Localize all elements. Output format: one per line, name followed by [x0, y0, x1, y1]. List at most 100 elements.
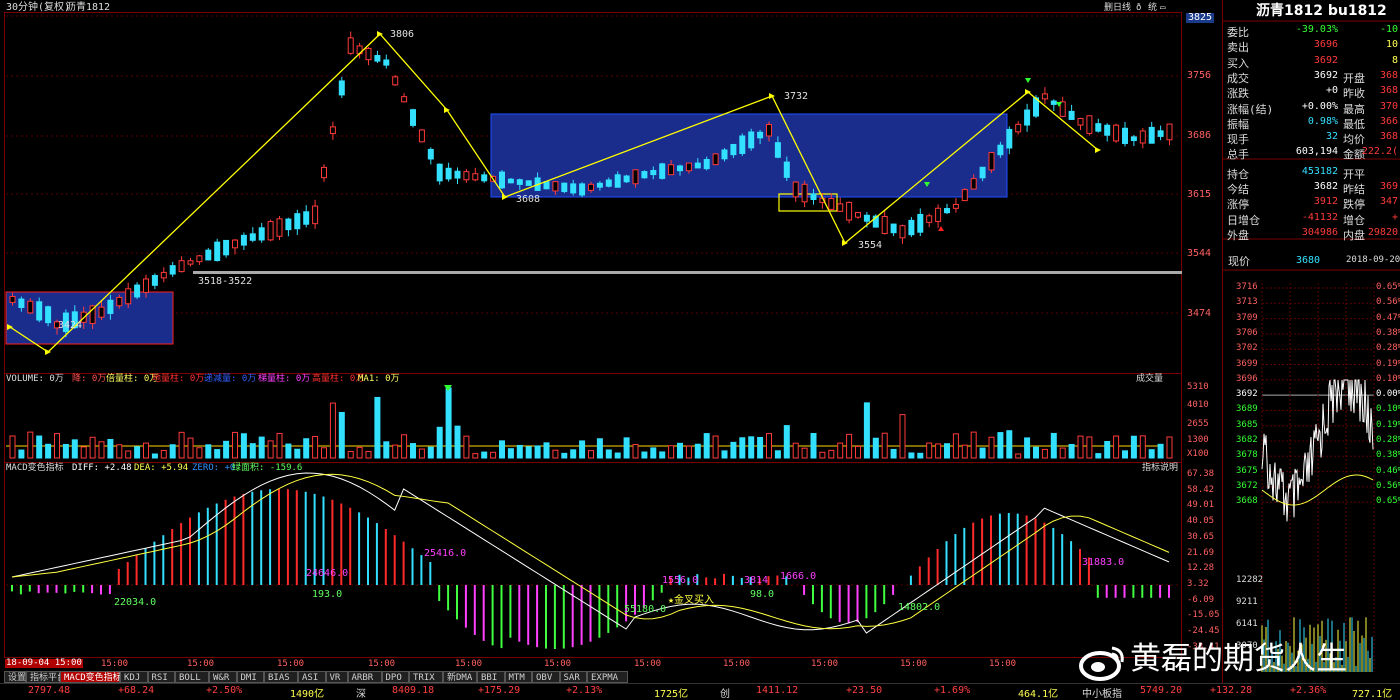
- volume-bar: [410, 443, 416, 459]
- indicator-tab[interactable]: RSI: [147, 671, 175, 683]
- indicator-tab[interactable]: 指标平台: [26, 671, 66, 683]
- mini-price-label: 3699: [1236, 358, 1258, 369]
- indicator-tab[interactable]: 新DMA: [443, 671, 477, 683]
- mini-price-label: 12282: [1236, 575, 1264, 585]
- volume-indicator-button[interactable]: 成交量: [1136, 375, 1163, 384]
- volume-legend-item: MA1: 0万: [358, 374, 400, 384]
- quote-row-value: +0.00%: [1301, 100, 1338, 112]
- volume-bar: [54, 433, 60, 459]
- kline-chart[interactable]: [0, 0, 1400, 698]
- candle-body: [445, 167, 452, 180]
- candle-body: [45, 306, 52, 324]
- indicator-tab[interactable]: MTM: [504, 671, 532, 683]
- quote-row-extra: 370: [1379, 100, 1398, 112]
- indicator-tab[interactable]: TRIX: [409, 671, 443, 683]
- volume-bar: [881, 432, 888, 459]
- volume-bar: [579, 440, 586, 459]
- volume-bars: [6, 387, 1173, 459]
- volume-bar: [436, 426, 443, 459]
- volume-axis-label: 5310: [1187, 382, 1209, 392]
- candle-body: [1148, 126, 1155, 144]
- indicator-tab[interactable]: OBV: [532, 671, 560, 683]
- quote-row-value: -39.03%: [1295, 24, 1338, 35]
- quote-row: 委比 -39.03% -10: [1225, 23, 1400, 39]
- indicator-tab[interactable]: SAR: [559, 671, 587, 683]
- quote-row-value: 3912: [1313, 196, 1338, 208]
- volume-bar: [935, 443, 942, 459]
- candle-body: [267, 221, 274, 241]
- volume-bar: [623, 437, 630, 459]
- candle-body: [1104, 124, 1111, 136]
- mini-price-label: 3696: [1236, 373, 1258, 384]
- time-axis-label: 15:00: [455, 659, 483, 669]
- quote-row: 日增仓 -41132 增仓 +: [1225, 211, 1400, 227]
- indicator-tab[interactable]: KDJ: [120, 671, 148, 683]
- volume-bar: [952, 433, 959, 459]
- volume-bar: [365, 450, 372, 459]
- volume-bar: [837, 442, 844, 459]
- candle-body: [98, 306, 105, 318]
- volume-bar: [846, 433, 853, 459]
- indicator-tab[interactable]: ASI: [298, 671, 326, 683]
- mini-pct-label: 0.28%: [1376, 435, 1400, 445]
- indicator-tab[interactable]: W&R: [209, 671, 237, 683]
- mini-pct-label: 0.10%: [1376, 404, 1400, 415]
- indicator-tab[interactable]: EXPMA: [587, 671, 628, 683]
- candle-body: [596, 182, 603, 188]
- mini-price-label: 3678: [1236, 450, 1258, 461]
- status-index-change: +132.28: [1210, 685, 1253, 696]
- quote-row-value: 3682: [1313, 181, 1338, 192]
- volume-bar: [490, 451, 497, 459]
- indicator-tab[interactable]: BIAS: [264, 671, 298, 683]
- candle-body: [418, 129, 425, 143]
- volume-bar: [1086, 436, 1093, 459]
- candle-body: [881, 216, 888, 234]
- mini-price-label: 3675: [1236, 465, 1258, 476]
- volume-bar: [143, 442, 149, 459]
- quote-row-value: 3692: [1313, 69, 1338, 81]
- macd-axis-label: 12.28: [1187, 563, 1215, 574]
- volume-axis-label: 1300: [1187, 435, 1209, 445]
- candle-body: [588, 183, 594, 191]
- candle-body: [739, 135, 746, 154]
- candle-body: [134, 284, 141, 298]
- candle-body: [178, 260, 185, 273]
- volume-bar: [134, 446, 141, 459]
- mini-pct-label: 0.46%: [1376, 465, 1400, 476]
- volume-bar: [116, 444, 123, 459]
- candle-body: [899, 225, 906, 239]
- candle-body: [374, 55, 381, 62]
- indicator-tab[interactable]: DMI: [236, 671, 264, 683]
- volume-bar: [1139, 435, 1146, 459]
- candle-body: [196, 255, 203, 263]
- candle-body: [810, 193, 817, 201]
- indicator-tab[interactable]: DPO: [381, 671, 409, 683]
- indicator-tab[interactable]: VR: [325, 671, 348, 683]
- mini-price-label: 3682: [1236, 435, 1258, 445]
- time-axis-label: 15:00: [723, 659, 751, 669]
- indicator-tab[interactable]: ARBR: [347, 671, 382, 683]
- indicator-tab[interactable]: BBI: [477, 671, 505, 683]
- macd-axis-label: 58.42: [1187, 484, 1215, 495]
- candle-body: [392, 76, 399, 86]
- volume-bar: [588, 450, 594, 459]
- volume-bar: [668, 445, 675, 459]
- peak-label: 3806: [390, 29, 415, 40]
- volume-axis-label: X100: [1187, 449, 1209, 459]
- volume-bar: [232, 431, 238, 459]
- candle-body: [846, 201, 853, 221]
- indicator-tab[interactable]: MACD变色指标: [60, 671, 122, 683]
- mini-price-label: 3706: [1236, 327, 1258, 338]
- volume-bar: [98, 441, 105, 459]
- indicator-tab[interactable]: BOLL: [175, 671, 209, 683]
- status-index-pct: +2.13%: [566, 685, 603, 696]
- candle-body: [561, 182, 568, 193]
- candle-body: [908, 219, 915, 236]
- volume-bar: [650, 447, 657, 459]
- indicator-help-button[interactable]: 指标说明: [1142, 464, 1178, 473]
- quote-row-value: +0: [1325, 85, 1338, 97]
- volume-bar: [240, 433, 247, 459]
- indicator-tab[interactable]: 设置: [4, 671, 26, 683]
- candle-body: [160, 271, 167, 279]
- quote-row-extra: 29820: [1367, 226, 1398, 238]
